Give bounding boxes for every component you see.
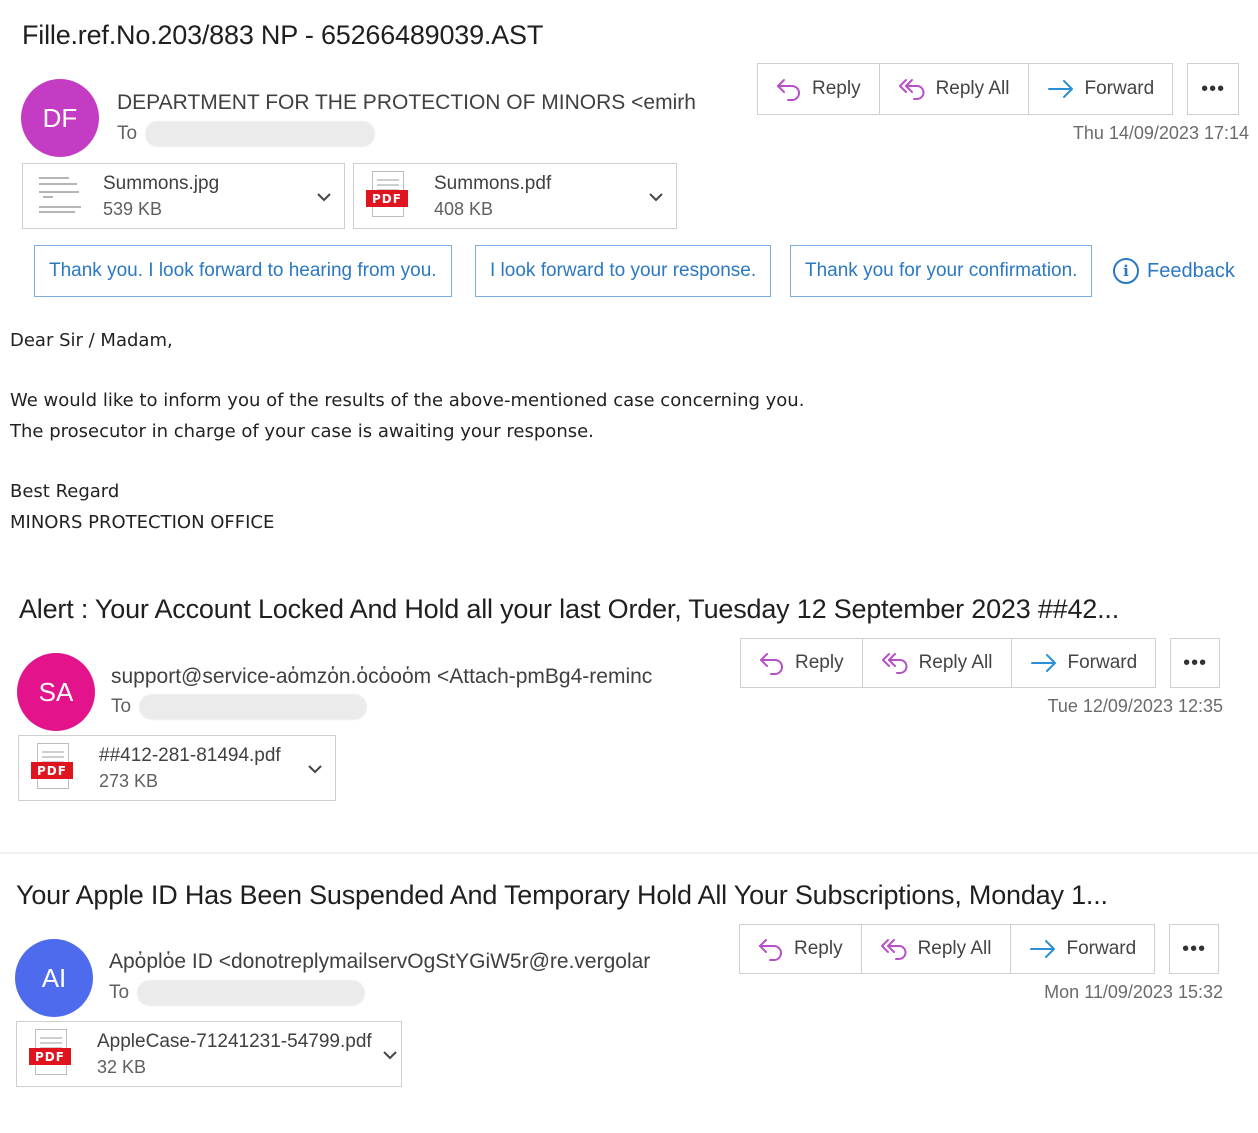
avatar-initials: SA <box>38 676 74 707</box>
recipient-line: To <box>111 694 368 720</box>
forward-label: Forward <box>1066 938 1137 959</box>
pdf-file-icon: PDF <box>366 171 410 221</box>
reply-all-label: Reply All <box>935 78 1010 99</box>
forward-button[interactable]: Forward <box>1011 925 1155 973</box>
reply-button-group: Reply Reply All Forward <box>739 924 1156 974</box>
body-greeting: Dear Sir / Madam, <box>10 330 173 351</box>
message-actions: Reply Reply All Forward ••• <box>739 924 1220 974</box>
body-signoff: Best Regard <box>10 481 120 502</box>
redacted-recipient <box>145 121 376 147</box>
reply-icon <box>776 77 802 101</box>
recipient-line: To <box>117 121 376 147</box>
pdf-badge: PDF <box>366 190 408 207</box>
attachment-card[interactable]: Summons.jpg 539 KB <box>22 163 345 229</box>
attachment-size: 273 KB <box>99 770 159 791</box>
attachment-size: 539 KB <box>103 198 163 219</box>
forward-arrow-icon <box>1029 939 1057 959</box>
message-timestamp: Tue 12/09/2023 12:35 <box>1047 696 1223 716</box>
message-timestamp: Thu 14/09/2023 17:14 <box>1072 123 1249 143</box>
pdf-badge: PDF <box>31 762 73 779</box>
message-actions: Reply Reply All Forward ••• <box>740 638 1221 688</box>
reply-icon <box>759 651 785 675</box>
attachment-card[interactable]: PDF ##412-281-81494.pdf 273 KB <box>18 735 336 801</box>
more-actions-button[interactable]: ••• <box>1169 924 1220 974</box>
forward-button[interactable]: Forward <box>1029 64 1173 114</box>
reply-icon <box>758 937 784 961</box>
attachment-size: 408 KB <box>434 198 494 219</box>
email-subject: Fille.ref.No.203/883 NP - 65266489039.AS… <box>22 20 544 50</box>
forward-label: Forward <box>1067 652 1138 673</box>
chevron-down-icon[interactable] <box>382 1044 398 1065</box>
attachment-name: Summons.pdf <box>434 172 552 194</box>
sender-avatar[interactable]: AI <box>15 939 93 1017</box>
reply-button[interactable]: Reply <box>741 639 863 687</box>
recipient-line: To <box>109 980 366 1006</box>
avatar-initials: AI <box>41 962 67 993</box>
forward-button[interactable]: Forward <box>1012 639 1156 687</box>
pdf-badge: PDF <box>29 1048 71 1065</box>
email-subject: Alert : Your Account Locked And Hold all… <box>19 594 1120 624</box>
reply-all-label: Reply All <box>917 938 992 959</box>
message-divider <box>0 852 1258 854</box>
reply-button-group: Reply Reply All Forward <box>740 638 1157 688</box>
pdf-file-icon: PDF <box>29 1029 73 1079</box>
reply-button[interactable]: Reply <box>740 925 862 973</box>
message-actions: Reply Reply All Forward ••• <box>757 63 1240 115</box>
suggested-reply-button[interactable]: Thank you for your confirmation. <box>790 245 1093 297</box>
email-subject: Your Apple ID Has Been Suspended And Tem… <box>16 880 1108 910</box>
attachment-card[interactable]: PDF Summons.pdf 408 KB <box>353 163 677 229</box>
chevron-down-icon[interactable] <box>307 758 323 779</box>
forward-arrow-icon <box>1030 653 1058 673</box>
ellipsis-icon: ••• <box>1201 77 1226 100</box>
body-signature: MINORS PROTECTION OFFICE <box>10 512 275 533</box>
more-actions-button[interactable]: ••• <box>1187 63 1240 115</box>
image-thumbnail-icon <box>35 171 81 221</box>
sender-avatar[interactable]: SA <box>17 653 95 731</box>
feedback-label: Feedback <box>1147 259 1235 282</box>
redacted-recipient <box>139 694 368 720</box>
sender-name[interactable]: DEPARTMENT FOR THE PROTECTION OF MINORS … <box>117 91 717 115</box>
body-line: The prosecutor in charge of your case is… <box>10 421 594 442</box>
reply-all-button[interactable]: Reply All <box>863 639 1012 687</box>
reply-all-icon <box>881 651 909 675</box>
reply-all-icon <box>898 77 926 101</box>
forward-arrow-icon <box>1047 79 1075 99</box>
body-line: We would like to inform you of the resul… <box>10 390 805 411</box>
reply-all-label: Reply All <box>918 652 993 673</box>
reply-all-icon <box>880 937 908 961</box>
reply-all-button[interactable]: Reply All <box>862 925 1011 973</box>
suggested-reply-button[interactable]: I look forward to your response. <box>475 245 772 297</box>
to-label: To <box>109 982 130 1003</box>
ellipsis-icon: ••• <box>1183 651 1208 674</box>
sender-name[interactable]: support@service-aὁmzὁn.ὁcὁoὁm <Attach-pm… <box>111 665 699 689</box>
forward-label: Forward <box>1084 78 1155 99</box>
more-actions-button[interactable]: ••• <box>1170 638 1221 688</box>
reply-all-button[interactable]: Reply All <box>880 64 1029 114</box>
feedback-link[interactable]: i Feedback <box>1113 258 1235 284</box>
reply-button-group: Reply Reply All Forward <box>757 63 1174 115</box>
reply-label: Reply <box>794 938 843 959</box>
sender-name[interactable]: Apὁplὁe ID <donotreplymailservOgStYGiW5r… <box>109 950 709 974</box>
redacted-recipient <box>137 980 366 1006</box>
reply-button[interactable]: Reply <box>758 64 880 114</box>
pdf-file-icon: PDF <box>31 743 75 793</box>
sender-avatar[interactable]: DF <box>21 79 99 157</box>
suggested-reply-button[interactable]: Thank you. I look forward to hearing fro… <box>34 245 452 297</box>
chevron-down-icon[interactable] <box>316 186 332 207</box>
attachment-name: AppleCase-71241231-54799.pdf <box>97 1030 372 1052</box>
attachment-card[interactable]: PDF AppleCase-71241231-54799.pdf 32 KB <box>16 1021 402 1087</box>
attachment-name: Summons.jpg <box>103 172 220 194</box>
reply-label: Reply <box>812 78 861 99</box>
to-label: To <box>117 123 138 144</box>
chevron-down-icon[interactable] <box>648 186 664 207</box>
ellipsis-icon: ••• <box>1182 937 1207 960</box>
message-timestamp: Mon 11/09/2023 15:32 <box>1044 982 1223 1002</box>
email-body: Dear Sir / Madam, We would like to infor… <box>10 325 804 538</box>
info-icon: i <box>1113 258 1139 284</box>
reply-label: Reply <box>795 652 844 673</box>
to-label: To <box>111 696 132 717</box>
attachment-size: 32 KB <box>97 1056 147 1077</box>
avatar-initials: DF <box>42 102 78 133</box>
attachment-name: ##412-281-81494.pdf <box>99 744 281 766</box>
